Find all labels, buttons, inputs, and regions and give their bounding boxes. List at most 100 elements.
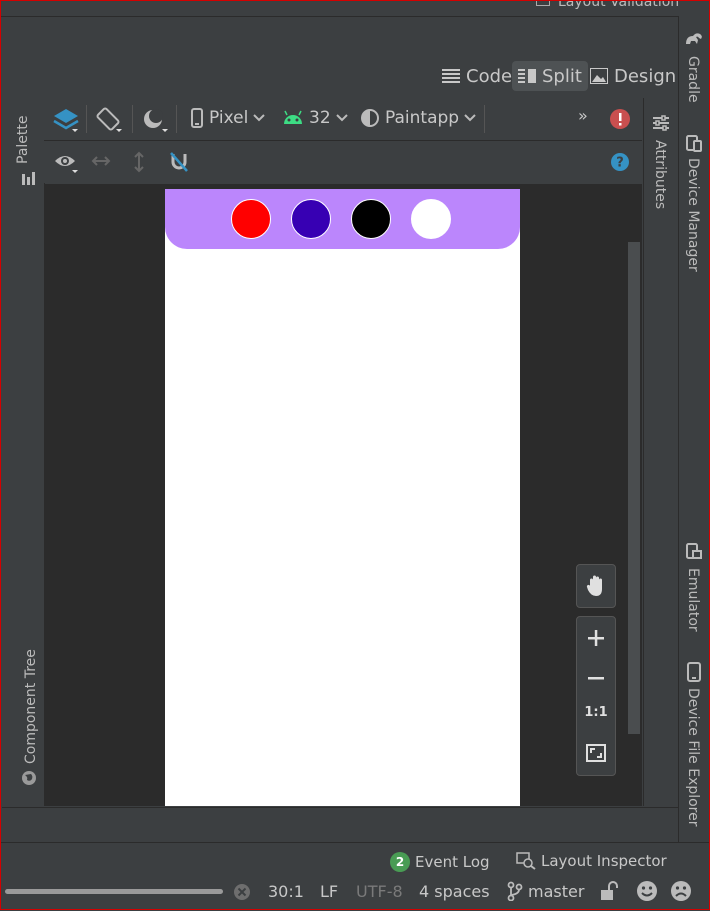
help-icon: ? (611, 153, 629, 171)
gradle-icon (686, 33, 702, 44)
split-mode-button[interactable]: Split (512, 61, 588, 91)
api-level-selector[interactable]: 32 (282, 108, 348, 128)
svg-text:?: ? (616, 156, 624, 171)
night-mode-button[interactable] (140, 106, 170, 134)
error-indicator[interactable] (609, 108, 631, 130)
left-tool-window-bar: Palette Component Tree (6, 98, 45, 806)
fit-screen-icon[interactable] (586, 744, 606, 762)
zoom-out-icon[interactable] (587, 669, 605, 687)
device-selector[interactable]: Pixel (190, 108, 266, 128)
theme-label: Paintapp (385, 108, 460, 128)
layers-button[interactable] (52, 106, 80, 134)
horizontal-arrows-icon (91, 156, 111, 166)
emulator-icon (686, 543, 702, 559)
zoom-controls: 1:1 (576, 616, 616, 776)
palette-label: Palette (15, 115, 31, 165)
white-color-swatch[interactable] (411, 199, 451, 239)
overflow-button[interactable]: » (578, 106, 588, 125)
device-manager-icon (686, 135, 702, 152)
overflow-icon: » (578, 106, 588, 125)
emulator-tab[interactable]: Emulator (685, 568, 701, 632)
pan-control (576, 564, 616, 608)
event-log-count-badge: 2 (390, 852, 410, 872)
black-color-swatch[interactable] (351, 199, 391, 239)
file-encoding-label: UTF-8 (356, 882, 403, 901)
git-branch[interactable]: master (507, 881, 584, 901)
attributes-label: Attributes (652, 140, 668, 210)
palette-tab[interactable]: Palette (15, 116, 31, 165)
attributes-tab[interactable]: Attributes (652, 140, 668, 209)
device-label: Pixel (209, 108, 249, 128)
theme-icon (361, 109, 379, 127)
view-options-button[interactable] (54, 151, 80, 175)
gradle-tab[interactable]: Gradle (685, 56, 701, 103)
hand-icon[interactable] (585, 574, 607, 598)
design-toolbar-secondary: ? (44, 141, 642, 183)
unlock-icon[interactable] (598, 881, 618, 901)
happy-feedback-icon[interactable] (636, 880, 658, 902)
phone-icon (191, 108, 203, 128)
image-icon (590, 68, 608, 84)
event-log-button[interactable]: 2 Event Log (390, 852, 490, 872)
color-palette-bar (165, 189, 520, 249)
zoom-in-icon[interactable] (587, 629, 605, 647)
status-bar: 2 Event Log Layout Inspector 30:1 LF UTF… (0, 842, 710, 911)
chevron-down-icon (253, 114, 266, 122)
cancel-process-icon[interactable] (233, 883, 251, 901)
error-icon (610, 109, 630, 129)
code-mode-label: Code (466, 65, 513, 87)
eye-icon (55, 156, 78, 173)
editor-bottom-strip (2, 807, 678, 843)
component-tree-tab[interactable]: Component Tree (23, 649, 39, 764)
code-icon (442, 69, 460, 83)
caret-position[interactable]: 30:1 (268, 882, 304, 901)
design-mode-button[interactable]: Design (590, 61, 676, 91)
layout-validation-tab[interactable]: Layout Validation (536, 0, 679, 10)
globe-icon (22, 771, 36, 785)
magnet-button[interactable] (168, 151, 190, 173)
palette-icon (22, 172, 35, 185)
magnet-off-icon (170, 152, 188, 172)
purple-color-swatch[interactable] (291, 199, 331, 239)
line-ending[interactable]: LF (320, 882, 338, 901)
split-mode-label: Split (542, 65, 582, 87)
canvas-scrollbar[interactable] (628, 242, 640, 734)
design-toolbar-primary: Pixel 32 Paintapp » (44, 98, 642, 141)
git-branch-label: master (528, 881, 585, 901)
theme-selector[interactable]: Paintapp (360, 108, 476, 128)
layers-icon (53, 109, 79, 132)
actual-size-button[interactable]: 1:1 (577, 705, 615, 720)
orientation-button[interactable] (94, 106, 124, 134)
device-preview[interactable] (165, 189, 520, 806)
sad-feedback-icon[interactable] (670, 880, 692, 902)
vertical-resize-button[interactable] (132, 151, 146, 173)
red-color-swatch[interactable] (231, 199, 271, 239)
view-mode-toolbar: Code Split Design (2, 57, 676, 97)
split-icon (518, 69, 536, 83)
chevron-down-icon (335, 114, 348, 122)
indent-label: 4 spaces (419, 882, 490, 901)
device-manager-tab[interactable]: Device Manager (685, 158, 701, 272)
rotate-icon (96, 107, 122, 132)
android-icon (284, 110, 302, 124)
chevron-down-icon (464, 114, 476, 122)
indent-setting[interactable]: 4 spaces (419, 882, 490, 901)
help-button[interactable]: ? (610, 152, 630, 172)
line-ending-label: LF (320, 882, 339, 901)
moon-icon (144, 109, 168, 132)
separator (86, 105, 87, 133)
layout-inspector-button[interactable]: Layout Inspector (516, 852, 667, 870)
device-file-explorer-tab[interactable]: Device File Explorer (685, 688, 701, 827)
caret-position-label: 30:1 (268, 882, 304, 901)
file-encoding[interactable]: UTF-8 (356, 882, 403, 901)
horizontal-resize-button[interactable] (90, 153, 112, 169)
separator (132, 105, 133, 133)
gradle-label: Gradle (685, 56, 701, 103)
code-mode-button[interactable]: Code (442, 61, 512, 91)
event-log-label: Event Log (415, 853, 490, 871)
emulator-label: Emulator (685, 568, 701, 632)
component-tree-label: Component Tree (23, 649, 39, 764)
attributes-tool-bar: Attributes (643, 98, 678, 806)
separator (484, 105, 485, 133)
design-mode-label: Design (614, 65, 677, 87)
